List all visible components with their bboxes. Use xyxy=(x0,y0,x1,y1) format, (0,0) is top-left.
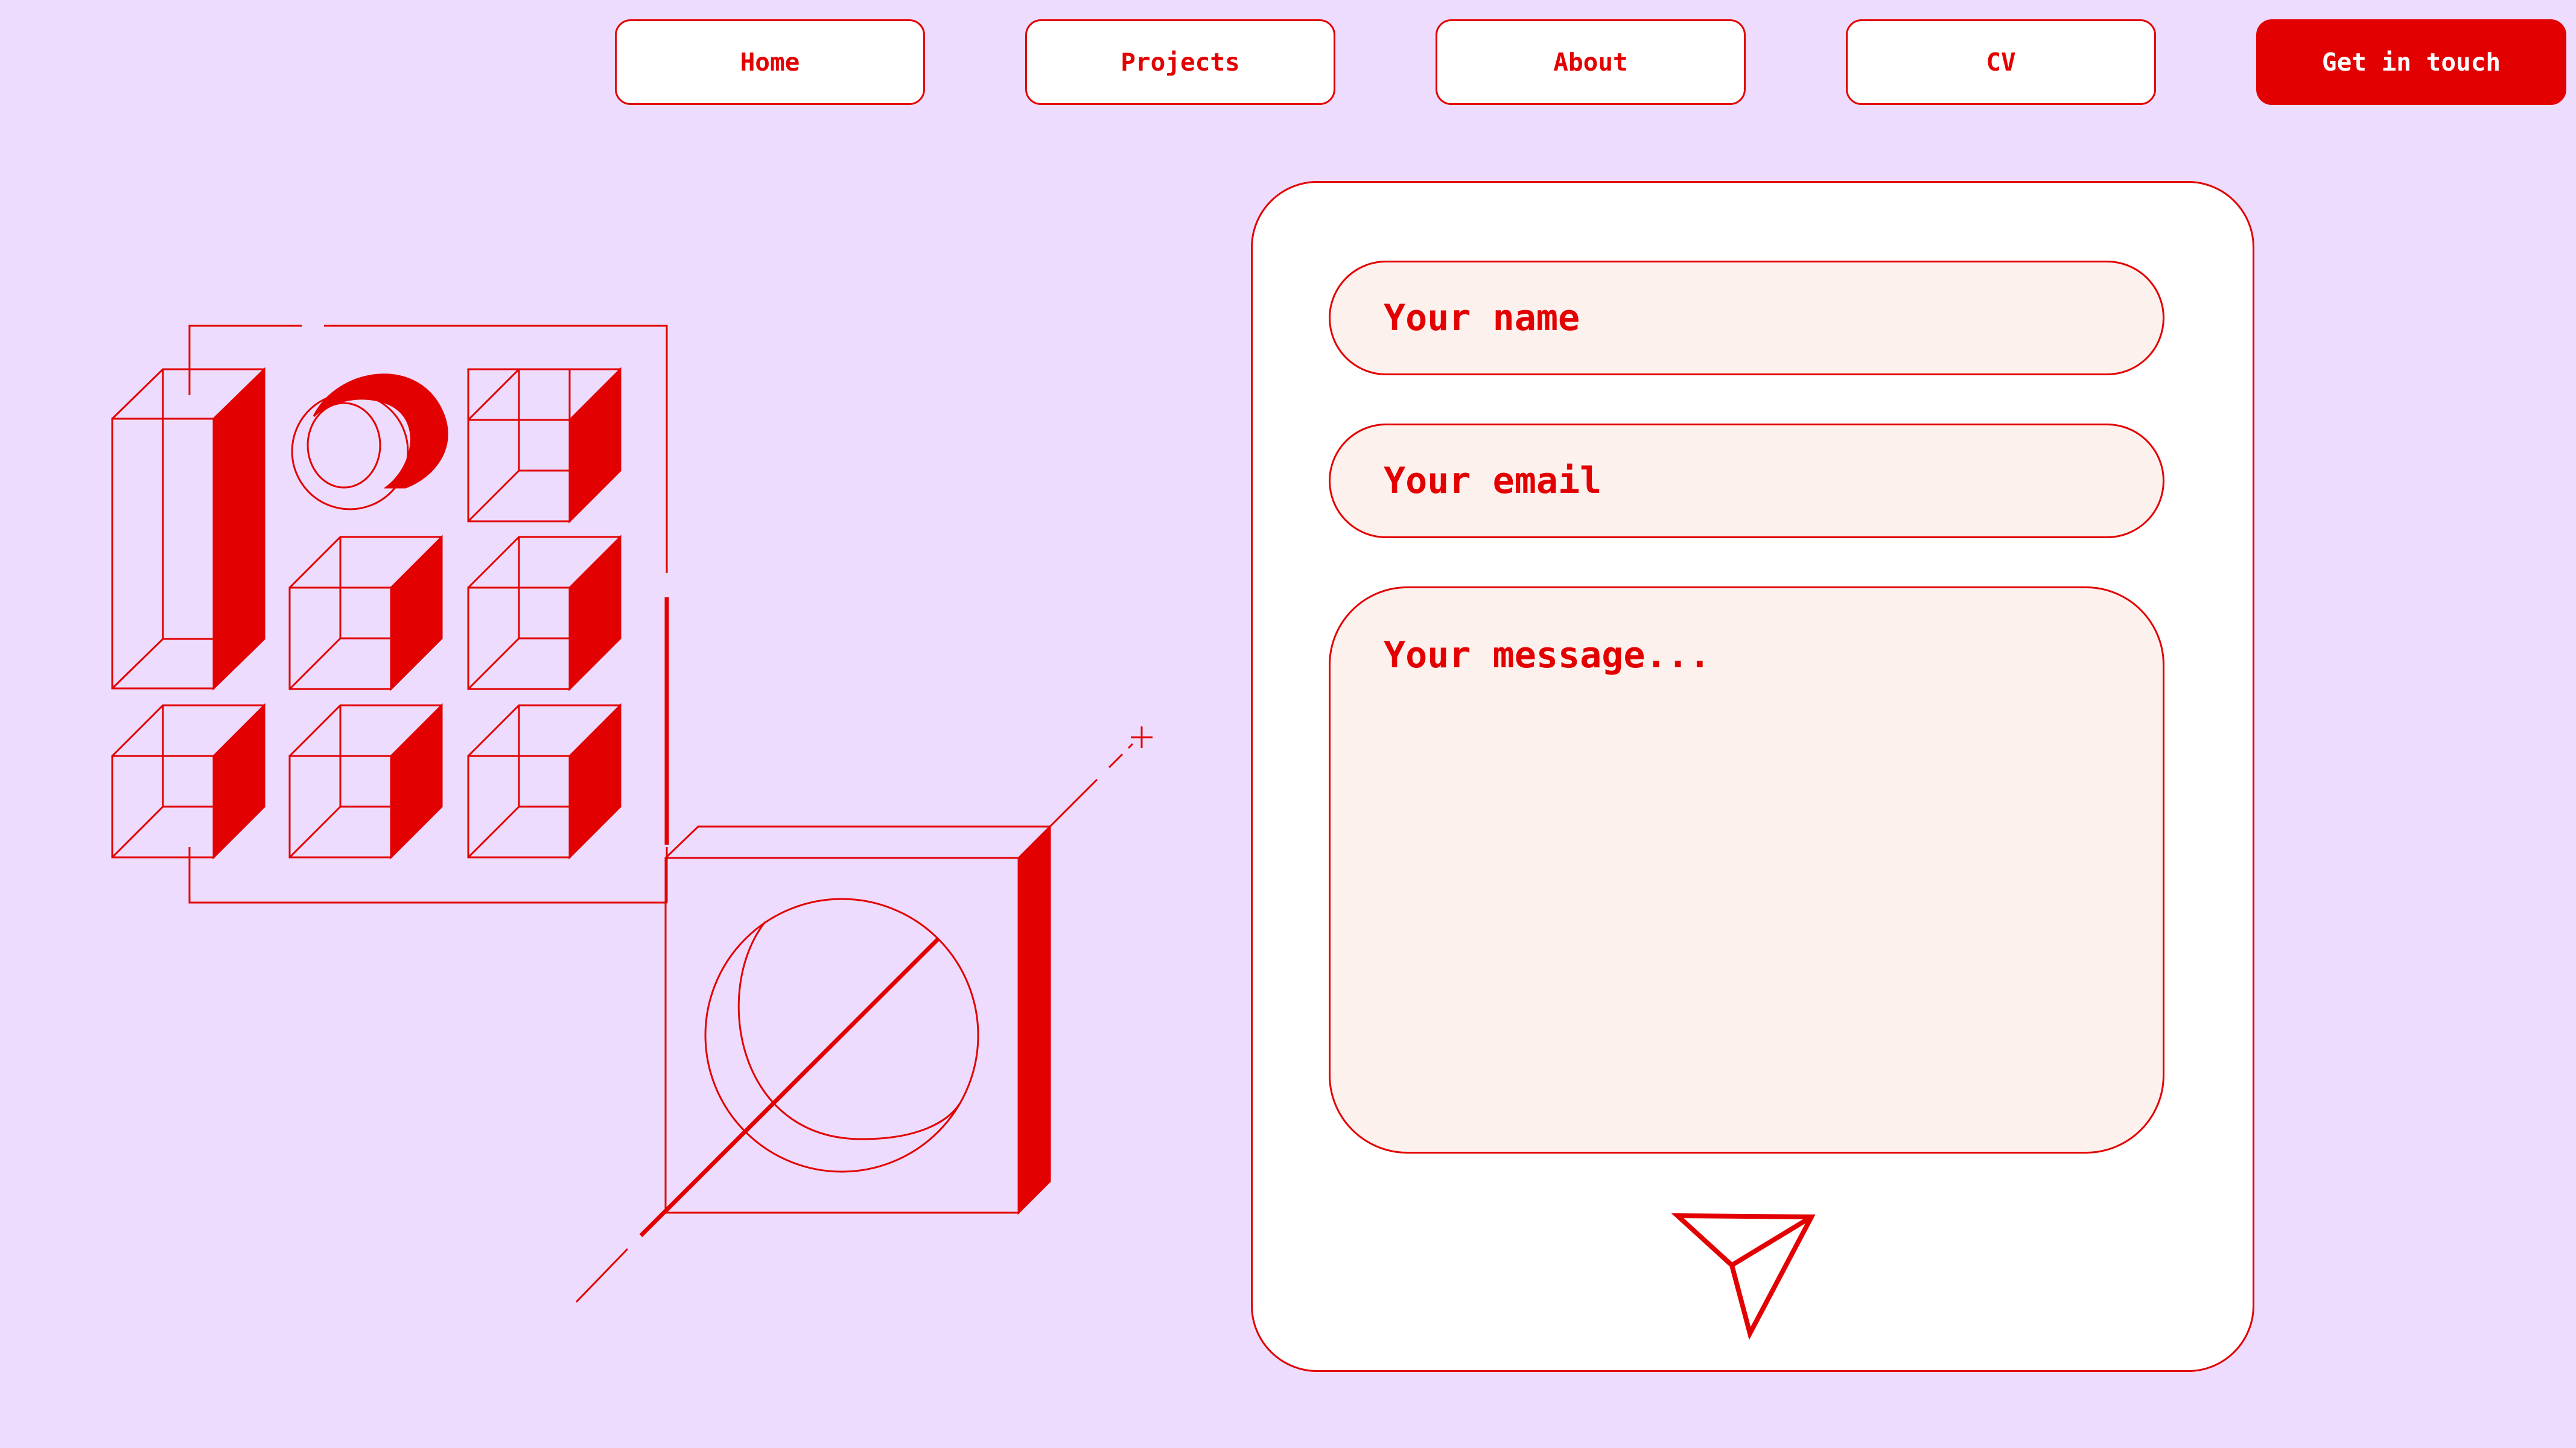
cube-icon xyxy=(467,703,622,860)
disc-box-icon xyxy=(639,824,1051,1237)
message-field[interactable] xyxy=(1329,586,2164,1154)
cube-icon xyxy=(467,535,622,691)
cube-icon xyxy=(467,367,622,524)
cubes-illustration xyxy=(111,325,1153,1303)
nav-cv-button[interactable]: CV xyxy=(1846,19,2156,105)
ring-icon xyxy=(291,373,448,510)
paper-plane-icon xyxy=(1671,1213,1816,1340)
name-field[interactable] xyxy=(1329,261,2164,375)
tall-cube-icon xyxy=(111,367,266,691)
nav-about-button[interactable]: About xyxy=(1436,19,1746,105)
cube-icon xyxy=(111,703,266,860)
email-field[interactable] xyxy=(1329,424,2164,538)
get-in-touch-button[interactable]: Get in touch xyxy=(2256,19,2566,105)
cube-icon xyxy=(288,703,443,860)
plus-marker-icon xyxy=(1131,726,1153,748)
cube-icon xyxy=(288,535,443,691)
send-button[interactable] xyxy=(1671,1204,1822,1342)
